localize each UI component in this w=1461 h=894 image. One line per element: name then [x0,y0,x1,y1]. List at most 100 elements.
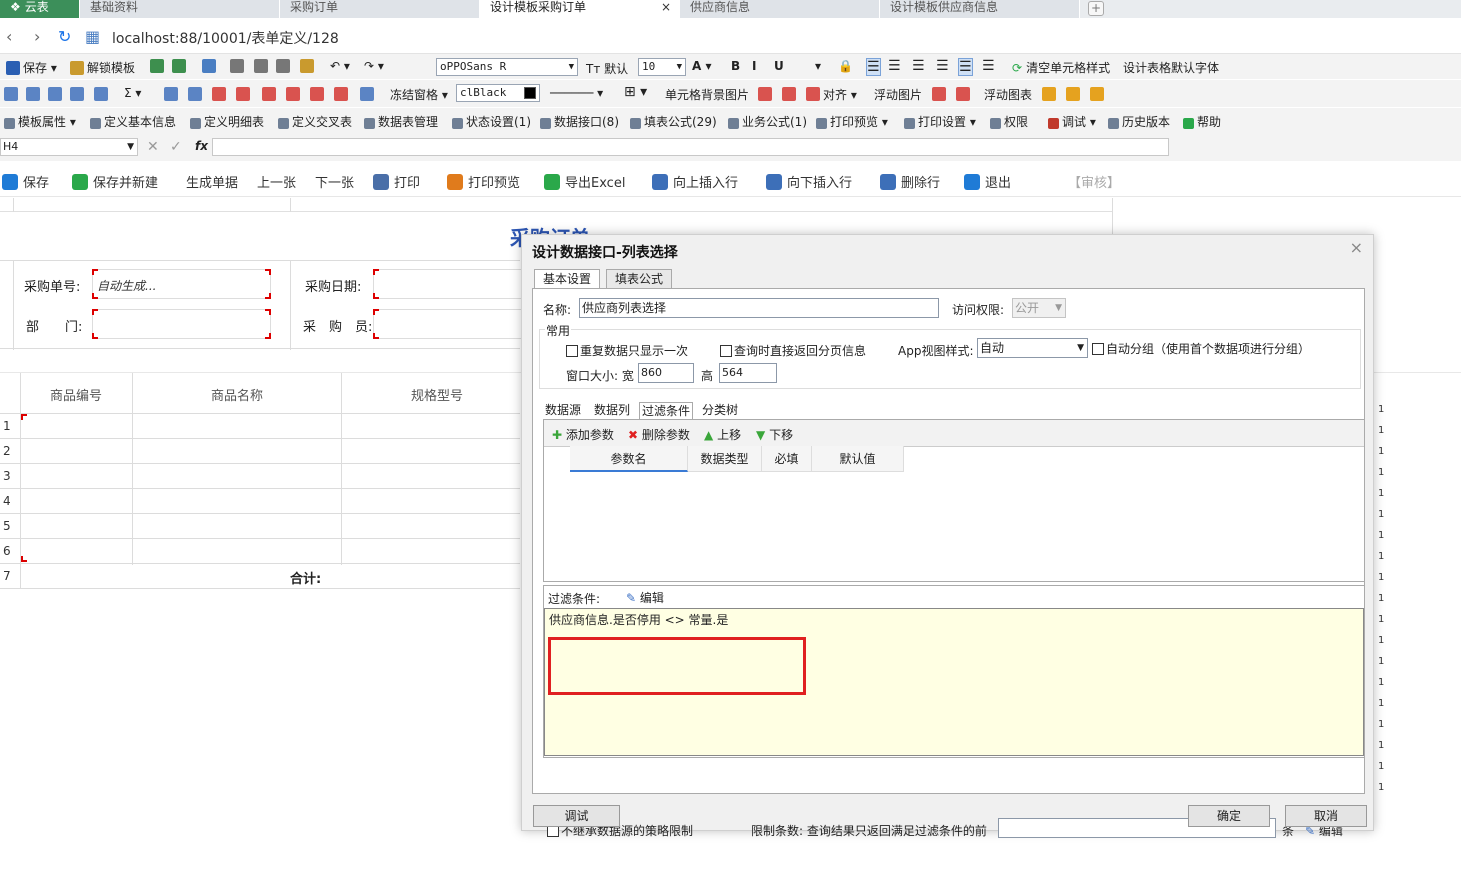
toolbar-button[interactable]: 保存 [2,172,49,191]
ribbon-menu-item[interactable]: 数据表管理 [364,113,438,130]
ribbon-button[interactable] [254,59,271,73]
tool-icon[interactable] [360,87,374,101]
lock-icon[interactable]: 🔒 [838,59,853,73]
move-up-button[interactable]: ▲ 上移 [704,426,741,443]
ribbon-menu-item[interactable]: 定义基本信息 [90,113,176,130]
fx-icon[interactable]: fx [195,139,208,153]
ribbon-menu-item[interactable]: 模板属性 ▾ [4,113,76,130]
tool-icon[interactable] [70,87,84,101]
close-tab-icon[interactable]: × [661,0,671,14]
subtab-columns[interactable]: 数据列 [592,402,632,420]
toolbar-button[interactable]: 删除行 [880,172,940,191]
ribbon-button[interactable]: ↷ ▾ [364,59,384,73]
tool-icon[interactable] [94,87,108,101]
subtab-datasource[interactable]: 数据源 [543,402,583,420]
ribbon-format-button[interactable]: ⟳ 清空单元格样式 [1012,59,1110,76]
tool-icon[interactable] [26,87,40,101]
toolbar-button[interactable]: 打印预览 [447,172,520,191]
opt-return-paging[interactable]: 查询时直接返回分页信息 [720,342,866,359]
font-style-default[interactable]: Tт 默认 [586,60,628,77]
ribbon-menu-item[interactable]: 历史版本 [1108,113,1170,130]
ribbon-format-button[interactable]: U [774,59,784,73]
browser-tab[interactable]: 采购订单 [280,0,480,18]
align-icon[interactable]: ☰ [888,58,901,74]
ribbon-button[interactable]: 解锁模板 [70,59,135,76]
grid-col-param-name[interactable]: 参数名 [570,446,688,472]
tool-icon[interactable] [310,87,324,101]
buyer-field[interactable] [373,309,523,339]
checkbox[interactable] [720,345,732,357]
ribbon-button[interactable]: ↶ ▾ [330,59,350,73]
ribbon-menu-item[interactable]: 打印预览 ▾ [816,113,888,130]
toolbar-button[interactable]: 打印 [373,172,420,191]
ribbon-button[interactable] [230,59,247,73]
tool-icon[interactable] [1066,87,1080,101]
browser-tab[interactable]: 设计模板供应商信息 [880,0,1080,18]
tool-icon[interactable] [1090,87,1104,101]
height-input[interactable]: 564 [719,363,777,383]
cancel-button[interactable]: 取消 [1285,805,1367,827]
order-date-field[interactable] [373,269,523,299]
ribbon-button[interactable] [150,59,167,73]
tool-icon[interactable] [212,87,226,101]
ribbon-menu-item[interactable]: 调试 ▾ [1048,113,1096,130]
tool-icon[interactable] [1042,87,1056,101]
ribbon-button[interactable]: 浮动图片 [874,86,922,103]
url-text[interactable]: localhost:88/10001/表单定义/128 [112,28,339,48]
ribbon-menu-item[interactable]: 业务公式(1) [728,113,807,130]
ribbon-button[interactable]: 对齐 ▾ [823,86,857,103]
ribbon-format-button[interactable]: I [752,59,756,73]
tool-icon[interactable] [334,87,348,101]
ribbon-button[interactable] [202,59,219,73]
new-tab-button[interactable]: + [1088,1,1104,16]
ribbon-menu-item[interactable]: 定义交叉表 [278,113,352,130]
tool-icon[interactable] [956,87,970,101]
ribbon-button[interactable]: 冻结窗格 ▾ [390,86,448,103]
ribbon-menu-item[interactable]: 填表公式(29) [630,113,717,130]
forward-icon[interactable]: › [34,27,40,46]
grid-col-data-type[interactable]: 数据类型 [688,446,762,472]
subtab-filter[interactable]: 过滤条件 [639,402,694,420]
formula-input[interactable] [212,138,1169,156]
ribbon-menu-item[interactable]: 状态设置(1) [452,113,531,130]
width-input[interactable]: 860 [638,363,694,383]
checkbox[interactable] [566,345,578,357]
browser-tab[interactable]: 设计模板采购订单 × [480,0,680,18]
app-view-select[interactable]: 自动 ▼ [977,338,1088,358]
browser-tab[interactable]: ❖ 云表 [0,0,80,18]
ribbon-menu-item[interactable]: 数据接口(8) [540,113,619,130]
ribbon-button[interactable]: 保存 ▾ [6,59,57,76]
browser-tab[interactable]: 供应商信息 [680,0,880,18]
font-name-select[interactable]: oPPOSans R ▼ [436,58,578,76]
tool-icon[interactable] [262,87,276,101]
ribbon-button[interactable] [300,59,317,73]
font-size-select[interactable]: 10 ▼ [638,58,686,76]
ribbon-menu-item[interactable]: 权限 [990,113,1028,130]
toolbar-button[interactable]: 上一张 [257,172,296,191]
line-style-select[interactable]: ────── ▾ [550,86,603,100]
ribbon-format-button[interactable]: ▾ [815,59,821,73]
move-down-button[interactable]: ▼ 下移 [756,426,793,443]
ribbon-button[interactable] [276,59,293,73]
toolbar-button[interactable]: 向上插入行 [652,172,738,191]
align-icon[interactable]: ☰ [912,58,925,74]
tool-icon[interactable] [758,87,772,101]
access-select[interactable]: 公开 ▼ [1012,298,1066,318]
checkbox[interactable] [1092,343,1104,355]
grid-col-required[interactable]: 必填 [762,446,812,472]
toolbar-button[interactable]: 保存并新建 [72,172,158,191]
tool-icon[interactable] [286,87,300,101]
delete-param-button[interactable]: ✖ 删除参数 [628,426,690,443]
debug-button[interactable]: 调试 [533,805,620,827]
ribbon-format-button[interactable]: A ▾ [692,59,712,73]
ribbon-menu-item[interactable]: 定义明细表 [190,113,264,130]
align-icon[interactable]: ☰ [982,58,995,74]
refresh-icon[interactable]: ↻ [58,27,71,46]
back-icon[interactable]: ‹ [6,27,12,46]
toolbar-button[interactable]: 向下插入行 [766,172,852,191]
ribbon-format-button[interactable]: 设计表格默认字体 [1123,59,1219,76]
ribbon-button[interactable]: 浮动图表 [984,86,1032,103]
name-input[interactable]: 供应商列表选择 [579,298,939,318]
tool-icon[interactable] [782,87,796,101]
add-param-button[interactable]: ✚ 添加参数 [552,426,614,443]
